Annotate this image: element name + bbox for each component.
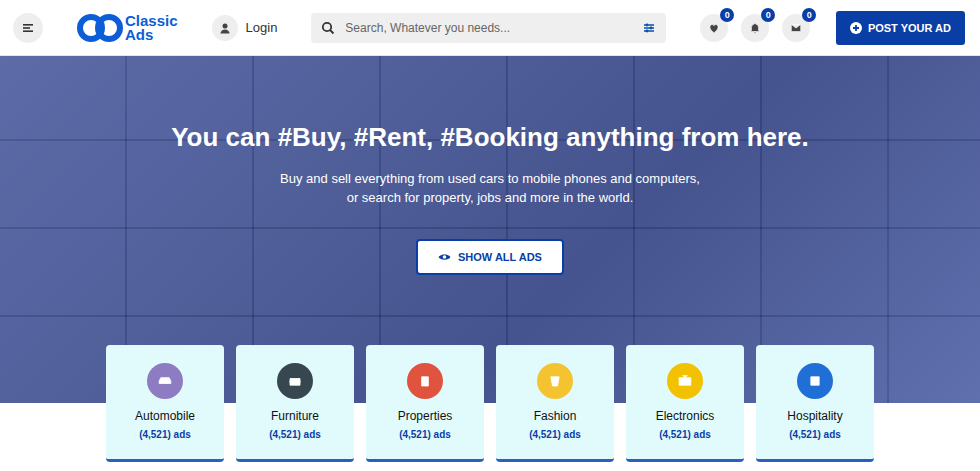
eye-icon xyxy=(438,252,451,262)
category-name: Electronics xyxy=(656,409,715,423)
category-card[interactable]: Fashion (4,521) ads xyxy=(496,345,614,462)
page: ClassicAdsLogin000POST YOUR ADYou can #B… xyxy=(0,0,980,471)
top-bar: ClassicAdsLogin000POST YOUR AD xyxy=(0,0,980,56)
category-name: Furniture xyxy=(271,409,319,423)
favorites-button[interactable]: 0 xyxy=(700,14,728,42)
search-icon xyxy=(321,21,335,35)
category-list: Automobile (4,521) ads Furniture (4,521) ad… xyxy=(0,345,980,462)
category-icon xyxy=(407,363,443,399)
search-input[interactable] xyxy=(343,20,634,36)
messages-icon xyxy=(789,21,803,35)
category-icon xyxy=(147,363,183,399)
category-count: (4,521) ads xyxy=(789,429,841,440)
menu-icon xyxy=(21,21,35,35)
header-actions: 000 xyxy=(700,14,810,42)
count-badge: 0 xyxy=(720,8,734,22)
category-name: Properties xyxy=(398,409,453,423)
search-field[interactable] xyxy=(311,13,666,43)
category-icon xyxy=(797,363,833,399)
category-icon xyxy=(277,363,313,399)
hero-title: You can #Buy, #Rent, #Booking anything f… xyxy=(171,122,809,153)
show-all-ads-button[interactable]: SHOW ALL ADS xyxy=(416,239,564,275)
category-card[interactable]: Electronics (4,521) ads xyxy=(626,345,744,462)
filter-icon[interactable] xyxy=(642,21,656,35)
logo-line: Classic xyxy=(125,14,178,28)
logo-icon xyxy=(77,13,123,43)
count-badge: 0 xyxy=(761,8,775,22)
category-icon xyxy=(667,363,703,399)
notifications-button[interactable]: 0 xyxy=(741,14,769,42)
category-card[interactable]: Furniture (4,521) ads xyxy=(236,345,354,462)
logo[interactable]: ClassicAds xyxy=(77,13,178,43)
user-icon xyxy=(212,15,238,41)
post-ad-button[interactable]: POST YOUR AD xyxy=(836,11,965,45)
category-count: (4,521) ads xyxy=(529,429,581,440)
category-count: (4,521) ads xyxy=(269,429,321,440)
login-link[interactable]: Login xyxy=(212,15,278,41)
category-card[interactable]: Automobile (4,521) ads xyxy=(106,345,224,462)
count-badge: 0 xyxy=(802,8,816,22)
favorites-icon xyxy=(707,21,721,35)
category-count: (4,521) ads xyxy=(139,429,191,440)
menu-button[interactable] xyxy=(13,13,43,43)
plus-icon xyxy=(850,22,862,34)
notifications-icon xyxy=(748,21,762,35)
category-card[interactable]: Hospitality (4,521) ads xyxy=(756,345,874,462)
messages-button[interactable]: 0 xyxy=(782,14,810,42)
hero-subtitle: Buy and sell everything from used cars t… xyxy=(280,169,700,207)
logo-line: Ads xyxy=(125,28,178,42)
category-name: Fashion xyxy=(534,409,577,423)
category-name: Automobile xyxy=(135,409,195,423)
category-icon xyxy=(537,363,573,399)
category-count: (4,521) ads xyxy=(659,429,711,440)
category-count: (4,521) ads xyxy=(399,429,451,440)
category-card[interactable]: Properties (4,521) ads xyxy=(366,345,484,462)
category-name: Hospitality xyxy=(787,409,842,423)
